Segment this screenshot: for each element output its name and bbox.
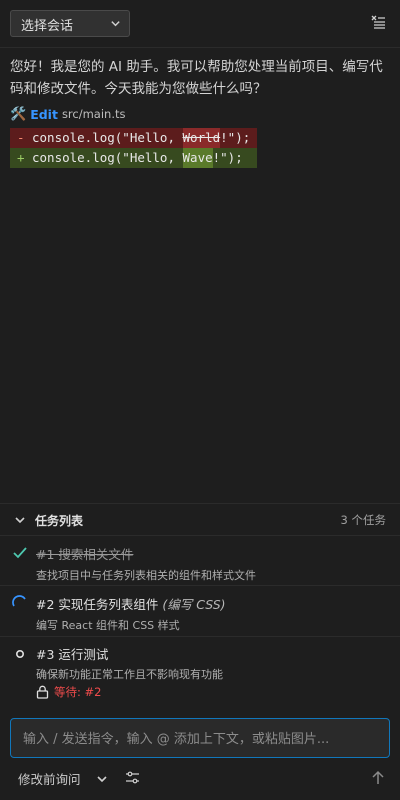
- check-icon: [13, 547, 27, 559]
- diff-added-line: + console.log("Hello, Wave !");: [10, 148, 257, 168]
- diff-removed-after: !");: [220, 130, 251, 145]
- chat-input[interactable]: 输入 / 发送指令，输入 @ 添加上下文，或粘贴图片...: [10, 718, 390, 758]
- task-waiting-label: 等待: #2: [54, 685, 102, 699]
- chevron-down-icon[interactable]: [14, 514, 26, 526]
- task-title-text: #2 实现任务列表组件: [36, 597, 159, 612]
- task-item[interactable]: #2 实现任务列表组件 (编写 CSS) 编写 React 组件和 CSS 样式: [0, 587, 400, 637]
- task-waiting: 等待: #2: [36, 684, 101, 700]
- send-arrow-icon[interactable]: [371, 770, 385, 785]
- header-bar: 选择会话: [0, 0, 400, 48]
- edit-label: Edit: [30, 106, 58, 122]
- chevron-down-icon[interactable]: [96, 773, 108, 785]
- diff-removed-word: World: [182, 128, 221, 148]
- task-list-header[interactable]: 任务列表 3 个任务: [0, 504, 400, 536]
- lock-icon: [36, 685, 49, 699]
- diff-added-after: !");: [212, 150, 243, 165]
- task-description: 编写 React 组件和 CSS 样式: [36, 619, 180, 632]
- task-description: 查找项目中与任务列表相关的组件和样式文件: [36, 569, 256, 582]
- task-list-title: 任务列表: [35, 514, 84, 528]
- task-item[interactable]: #3 运行测试 确保新功能正常工作且不影响现有功能 等待: #2: [0, 638, 400, 704]
- mode-select[interactable]: 修改前询问: [18, 769, 81, 788]
- session-select[interactable]: 选择会话: [10, 10, 130, 37]
- chevron-down-icon: [111, 21, 120, 27]
- clear-list-icon[interactable]: [370, 14, 386, 30]
- diff-removed-before: console.log("Hello,: [32, 130, 183, 145]
- input-toolbar: 修改前询问: [0, 764, 400, 792]
- chat-input-placeholder: 输入 / 发送指令，输入 @ 添加上下文，或粘贴图片...: [23, 732, 330, 747]
- task-description: 确保新功能正常工作且不影响现有功能: [36, 668, 223, 681]
- diff-removed-line: - console.log("Hello, World !");: [10, 128, 257, 148]
- session-select-label: 选择会话: [21, 19, 74, 34]
- tools-icon: 🛠️: [10, 106, 27, 122]
- diff-added-sign: +: [17, 150, 25, 165]
- circle-icon: [16, 650, 25, 659]
- task-note: (编写 CSS): [162, 597, 226, 612]
- task-title: #2 实现任务列表组件 (编写 CSS): [36, 594, 226, 613]
- task-title: #1 搜索相关文件: [36, 547, 134, 562]
- diff-added-word: Wave: [182, 148, 213, 168]
- diff-removed-sign: -: [17, 130, 25, 145]
- settings-sliders-icon[interactable]: [125, 770, 140, 785]
- assistant-message: 您好！我是您的 AI 助手。我可以帮助您处理当前项目、编写代码和修改文件。今天我…: [10, 59, 383, 97]
- task-item[interactable]: #1 搜索相关文件 查找项目中与任务列表相关的组件和样式文件: [0, 537, 400, 586]
- code-diff: - console.log("Hello, World !"); + consol…: [10, 128, 257, 168]
- edit-tool-header: 🛠️ Edit src/main.ts: [10, 106, 126, 122]
- diff-added-before: console.log("Hello,: [32, 150, 183, 165]
- task-count: 3 个任务: [340, 513, 386, 527]
- task-list-panel: 任务列表 3 个任务 #1 搜索相关文件 查找项目中与任务列表相关的组件和样式文…: [0, 503, 400, 703]
- spinner-icon: [12, 595, 26, 607]
- task-title: #3 运行测试: [36, 647, 109, 662]
- edit-file-path[interactable]: src/main.ts: [62, 107, 126, 121]
